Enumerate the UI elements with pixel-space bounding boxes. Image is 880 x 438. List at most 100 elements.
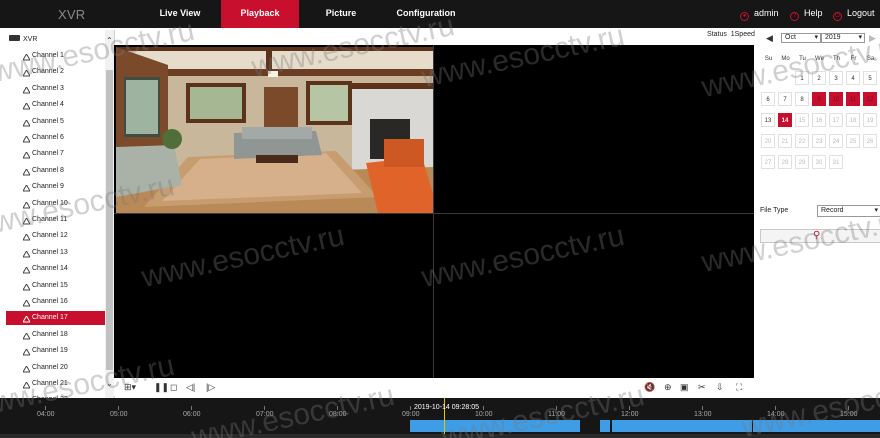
channel-item[interactable]: Channel 19	[6, 344, 105, 358]
channel-item[interactable]: Channel 11	[6, 213, 105, 227]
channel-item[interactable]: Channel 2	[6, 65, 105, 79]
channel-item[interactable]: Channel 4	[6, 98, 105, 112]
frame-forward-icon[interactable]: |▷	[206, 381, 215, 393]
channel-item[interactable]: Channel 14	[6, 262, 105, 276]
channel-label: Channel 2	[32, 68, 64, 76]
help-link[interactable]: ? Help	[790, 0, 823, 28]
recording-segment[interactable]	[612, 420, 752, 432]
channel-item[interactable]: Channel 20	[6, 361, 105, 375]
calendar-day[interactable]: 24	[829, 134, 843, 148]
calendar-day[interactable]: 28	[778, 155, 792, 169]
calendar-day[interactable]: 26	[863, 134, 877, 148]
tab-configuration[interactable]: Configuration	[388, 0, 464, 28]
channel-video-frame[interactable]	[116, 47, 433, 213]
tab-playback[interactable]: Playback	[221, 0, 299, 28]
logout-icon: ⏻	[833, 12, 842, 21]
tab-picture[interactable]: Picture	[310, 0, 372, 28]
channel-item[interactable]: Channel 21	[6, 377, 105, 391]
calendar-day[interactable]: 1	[795, 71, 809, 85]
scrollbar-thumb[interactable]	[106, 70, 113, 370]
camera-icon	[22, 69, 31, 77]
prev-month-icon[interactable]: ◀	[766, 32, 773, 44]
calendar-day[interactable]: 22	[795, 134, 809, 148]
year-select[interactable]: 2019 ▾	[821, 33, 865, 43]
search-button[interactable]: ⚲	[760, 229, 880, 243]
calendar-day[interactable]: 2	[812, 71, 826, 85]
scroll-up-icon[interactable]: ⌃	[106, 36, 113, 45]
month-select[interactable]: Oct ▾	[781, 33, 821, 43]
camera-icon	[22, 135, 31, 143]
calendar-day[interactable]: 19	[863, 113, 877, 127]
recording-segment[interactable]	[753, 420, 880, 432]
calendar-day[interactable]: 21	[778, 134, 792, 148]
channel-item[interactable]: Channel 18	[6, 328, 105, 342]
timeline-tick	[410, 406, 411, 410]
channel-item[interactable]: Channel 8	[6, 164, 105, 178]
calendar-day[interactable]: 17	[829, 113, 843, 127]
camera-icon	[22, 217, 31, 225]
file-type-select[interactable]: Record ▾	[817, 205, 880, 217]
tab-live-view[interactable]: Live View	[145, 0, 215, 28]
calendar-day[interactable]: 20	[761, 134, 775, 148]
channel-label: Channel 6	[32, 134, 64, 141]
channel-item[interactable]: Channel 1	[6, 49, 105, 63]
mute-icon[interactable]: 🔇	[644, 381, 655, 393]
calendar-day[interactable]: 18	[846, 113, 860, 127]
calendar-day[interactable]: 11	[846, 92, 860, 106]
calendar-day[interactable]: 31	[829, 155, 843, 169]
calendar-day[interactable]: 15	[795, 113, 809, 127]
logout-link[interactable]: ⏻ Logout	[833, 0, 875, 28]
snapshot-icon[interactable]: ▣	[680, 381, 689, 393]
tree-root-xvr[interactable]: XVR	[9, 34, 37, 46]
clip-icon[interactable]: ✂	[698, 381, 706, 393]
fullscreen-icon[interactable]: ⛶	[736, 381, 742, 393]
download-icon[interactable]: ⇩	[716, 381, 724, 393]
timeline-hour-label: 05:00	[110, 411, 128, 418]
channel-item[interactable]: Channel 13	[6, 246, 105, 260]
split-screen-icon[interactable]: ⊞▾	[124, 381, 136, 393]
calendar-day[interactable]: 6	[761, 92, 775, 106]
calendar-day[interactable]: 10	[829, 92, 843, 106]
calendar-day[interactable]: 9	[812, 92, 826, 106]
calendar-day[interactable]: 7	[778, 92, 792, 106]
calendar-day[interactable]: 13	[761, 113, 775, 127]
calendar-day[interactable]: 29	[795, 155, 809, 169]
next-month-icon[interactable]: ▶	[869, 32, 876, 44]
scroll-down-icon[interactable]: ⌄	[106, 379, 113, 388]
channel-item[interactable]: Channel 5	[6, 115, 105, 129]
channel-item[interactable]: Channel 12	[6, 229, 105, 243]
channel-item[interactable]: Channel 6	[6, 131, 105, 145]
calendar-day[interactable]: 8	[795, 92, 809, 106]
rewind-icon[interactable]: ◁|	[186, 381, 195, 393]
calendar-day[interactable]: 27	[761, 155, 775, 169]
user-account[interactable]: ● admin	[740, 0, 779, 28]
pause-icon[interactable]: ❚❚	[154, 381, 169, 393]
recording-segment[interactable]	[410, 420, 580, 432]
calendar-day[interactable]: 14	[778, 113, 792, 127]
timeline-tick	[556, 406, 557, 410]
stop-icon[interactable]: ◻	[170, 381, 177, 393]
channel-item[interactable]: Channel 16	[6, 295, 105, 309]
calendar-day[interactable]: 16	[812, 113, 826, 127]
channel-item[interactable]: Channel 17	[6, 311, 105, 326]
recording-segment[interactable]	[600, 420, 610, 432]
channel-item[interactable]: Channel 15	[6, 279, 105, 293]
channel-item[interactable]: Channel 7	[6, 147, 105, 161]
calendar-day[interactable]: 25	[846, 134, 860, 148]
channel-item[interactable]: Channel 9	[6, 180, 105, 194]
channel-item[interactable]: Channel 10	[6, 197, 105, 211]
calendar-day[interactable]: 23	[812, 134, 826, 148]
calendar-day[interactable]: 3	[829, 71, 843, 85]
calendar-header: ◀ Oct ▾ 2019 ▾ ▶	[757, 30, 880, 46]
camera-icon	[22, 315, 31, 323]
calendar-day[interactable]: 5	[863, 71, 877, 85]
calendar-day[interactable]: 12	[863, 92, 877, 106]
channel-item[interactable]: Channel 3	[6, 82, 105, 96]
calendar-day[interactable]: 30	[812, 155, 826, 169]
calendar-day[interactable]: 4	[846, 71, 860, 85]
channel-label: Channel 13	[32, 248, 68, 256]
timeline-hour-label: 10:00	[475, 411, 493, 418]
zoom-icon[interactable]: ⊕	[664, 381, 672, 393]
camera-icon	[22, 282, 31, 291]
timeline-tick	[629, 406, 630, 410]
